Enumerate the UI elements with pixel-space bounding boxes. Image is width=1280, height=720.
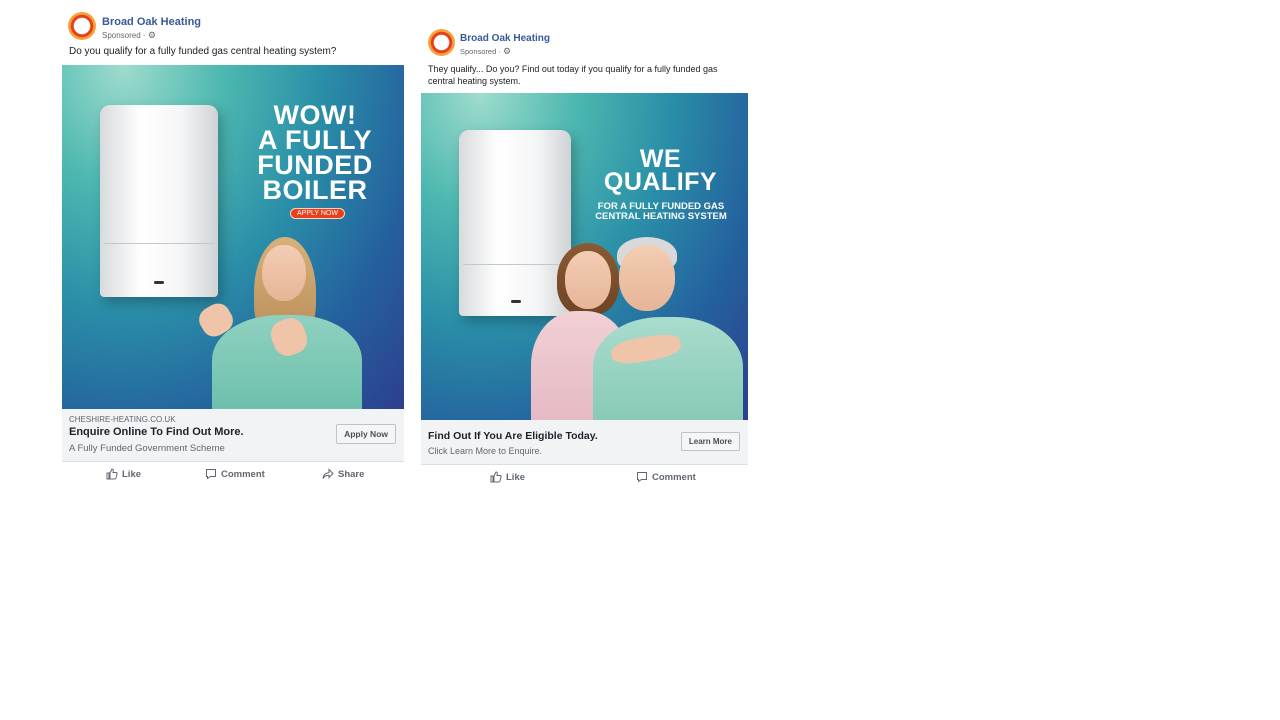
comment-button[interactable]: Comment — [205, 468, 265, 480]
share-button[interactable]: Share — [322, 468, 364, 480]
settings-gear-icon[interactable]: ⚙ — [148, 30, 156, 40]
ad-headline: WE QUALIFY — [583, 146, 738, 197]
ad-creative-image[interactable]: WE QUALIFY FOR A FULLY FUNDED GAS CENTRA… — [421, 93, 748, 420]
sponsored-post-2: Broad Oak Heating Sponsored · ⚙ They qua… — [421, 26, 748, 491]
boiler-illustration — [100, 105, 218, 297]
ad-headline: WOW! A FULLY FUNDED BOILER — [250, 101, 380, 206]
comment-button[interactable]: Comment — [636, 471, 696, 483]
comment-label: Comment — [221, 468, 265, 480]
post-actions: Like Comment — [421, 465, 748, 491]
comment-label: Comment — [652, 471, 696, 483]
like-label: Like — [122, 468, 142, 480]
page-name-link[interactable]: Broad Oak Heating — [460, 33, 550, 44]
sponsored-text: Sponsored · — [460, 47, 501, 56]
link-preview-bar[interactable]: CHESHIRE-HEATING.CO.UK Enquire Online To… — [62, 409, 404, 462]
sponsored-label: Sponsored · ⚙ — [102, 30, 156, 41]
learn-more-button[interactable]: Learn More — [680, 432, 740, 451]
post-header: Broad Oak Heating Sponsored · ⚙ — [421, 26, 748, 60]
headline-line: BOILER — [262, 175, 368, 206]
comment-bubble-icon — [637, 472, 647, 483]
apply-now-button[interactable]: Apply Now — [336, 424, 396, 444]
share-label: Share — [338, 468, 365, 480]
post-caption: They qualify... Do you? Find out today i… — [428, 64, 718, 86]
post-header: Broad Oak Heating Sponsored · ⚙ — [62, 10, 404, 44]
sponsored-post-1: Broad Oak Heating Sponsored · ⚙ Do you q… — [62, 10, 404, 488]
woman-photo — [194, 237, 402, 409]
couple-photo — [531, 237, 748, 420]
apply-now-pill: APPLY NOW — [290, 208, 345, 219]
like-label: Like — [506, 471, 526, 483]
page-logo[interactable] — [68, 12, 96, 40]
like-button[interactable]: Like — [106, 468, 141, 480]
thumbs-up-icon — [106, 468, 118, 480]
ad-creative-image[interactable]: WOW! A FULLY FUNDED BOILER APPLY NOW — [62, 65, 404, 409]
ad-subheadline: FOR A FULLY FUNDED GAS CENTRAL HEATING S… — [595, 201, 727, 223]
like-button[interactable]: Like — [490, 471, 525, 483]
link-title[interactable]: Find Out If You Are Eligible Today. — [428, 430, 598, 442]
page-logo[interactable] — [428, 29, 455, 56]
page-name-link[interactable]: Broad Oak Heating — [102, 16, 201, 28]
settings-gear-icon[interactable]: ⚙ — [503, 46, 511, 56]
thumbs-up-icon — [490, 471, 502, 483]
post-caption: Do you qualify for a fully funded gas ce… — [69, 46, 337, 57]
share-arrow-icon — [322, 468, 334, 479]
link-description: Click Learn More to Enquire. — [428, 446, 543, 456]
link-description: A Fully Funded Government Scheme — [69, 443, 225, 454]
sponsored-label: Sponsored · ⚙ — [460, 46, 511, 57]
headline-line: QUALIFY — [603, 168, 718, 197]
link-domain: CHESHIRE-HEATING.CO.UK — [69, 415, 176, 424]
link-preview-bar[interactable]: Find Out If You Are Eligible Today. Clic… — [421, 420, 748, 465]
link-title[interactable]: Enquire Online To Find Out More. — [69, 426, 244, 438]
post-actions: Like Comment Share — [62, 462, 404, 488]
sponsored-text: Sponsored · — [102, 31, 146, 40]
comment-bubble-icon — [206, 469, 216, 480]
